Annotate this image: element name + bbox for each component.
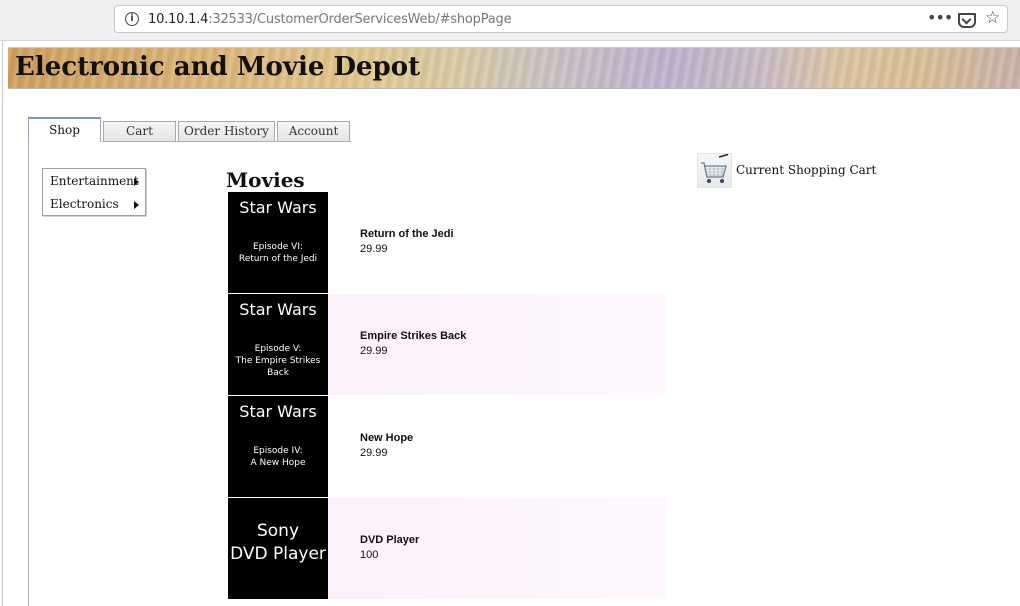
thumb-line1: Sony: [256, 521, 300, 541]
thumb-title: Star Wars: [239, 402, 317, 421]
thumb-sub-line1: Episode V:: [254, 344, 302, 354]
bookmark-star-icon[interactable]: ☆: [985, 8, 1000, 28]
tab-cart[interactable]: Cart: [103, 121, 176, 141]
page-border: [2, 41, 3, 606]
product-price: 100: [360, 549, 379, 561]
thumb-title: Star Wars: [239, 198, 317, 217]
thumb-line2: DVD Player: [230, 544, 326, 564]
thumb-title: Star Wars: [239, 300, 317, 319]
product-name[interactable]: DVD Player: [360, 534, 419, 546]
thumb-sub-line1: Episode VI:: [252, 242, 304, 252]
url-text[interactable]: 10.10.1.4:32533/CustomerOrderServicesWeb…: [148, 12, 512, 27]
product-image[interactable]: Sony DVD Player: [228, 498, 328, 599]
product-image[interactable]: Star Wars Episode IV: A New Hope: [228, 396, 328, 497]
product-image[interactable]: Star Wars Episode VI: Return of the Jedi: [228, 192, 328, 293]
tab-bar-divider: [102, 141, 351, 142]
url-path: :32533/CustomerOrderServicesWeb/#shopPag…: [208, 12, 512, 27]
product-row[interactable]: Star Wars Episode V: The Empire Strikes …: [228, 294, 666, 395]
product-price: 29.99: [360, 447, 388, 459]
pocket-icon[interactable]: [958, 13, 976, 28]
thumb-subtitle: Episode VI: Return of the Jedi: [228, 241, 328, 265]
product-name[interactable]: New Hope: [360, 432, 413, 444]
product-row[interactable]: Star Wars Episode IV: A New Hope New Hop…: [228, 396, 666, 497]
thumb-sub-line1: Episode IV:: [253, 446, 303, 456]
product-name[interactable]: Empire Strikes Back: [360, 330, 466, 342]
thumb-subtitle: Episode IV: A New Hope: [228, 445, 328, 469]
header-banner: Electronic and Movie Depot: [8, 47, 1020, 89]
submenu-arrow-icon[interactable]: [134, 178, 139, 186]
product-price: 29.99: [360, 243, 388, 255]
product-image[interactable]: Star Wars Episode V: The Empire Strikes …: [228, 294, 328, 395]
address-bar[interactable]: i 10.10.1.4:32533/CustomerOrderServicesW…: [114, 5, 1008, 33]
menu-item-electronics[interactable]: Electronics: [50, 197, 119, 211]
section-title: Movies: [226, 168, 305, 192]
thumb-sub-line2: The Empire Strikes Back: [235, 356, 321, 378]
site-title: Electronic and Movie Depot: [15, 52, 421, 82]
more-icon[interactable]: •••: [927, 8, 953, 27]
thumb-subtitle: Episode V: The Empire Strikes Back: [228, 343, 328, 379]
tab-panel-border: [28, 141, 29, 606]
menu-item-entertainment[interactable]: Entertainment: [50, 174, 139, 188]
product-price: 29.99: [360, 345, 388, 357]
url-host: 10.10.1.4: [148, 12, 209, 27]
product-row[interactable]: Star Wars Episode VI: Return of the Jedi…: [228, 192, 666, 293]
category-menu: Entertainment Electronics: [42, 168, 146, 216]
current-cart-link[interactable]: Current Shopping Cart: [736, 163, 876, 177]
product-row[interactable]: Sony DVD Player DVD Player 100: [228, 498, 666, 599]
info-icon[interactable]: i: [125, 12, 139, 26]
tab-shop[interactable]: Shop: [28, 117, 101, 142]
tab-account[interactable]: Account: [277, 121, 350, 141]
tab-order-history[interactable]: Order History: [178, 121, 275, 141]
thumb-sub-line2: A New Hope: [250, 458, 306, 468]
thumb-title: Sony DVD Player: [228, 520, 328, 566]
thumb-sub-line2: Return of the Jedi: [238, 254, 318, 264]
submenu-arrow-icon[interactable]: [134, 201, 139, 209]
product-name[interactable]: Return of the Jedi: [360, 228, 454, 240]
shopping-cart-icon[interactable]: [697, 153, 732, 188]
browser-toolbar: i 10.10.1.4:32533/CustomerOrderServicesW…: [0, 0, 1020, 41]
